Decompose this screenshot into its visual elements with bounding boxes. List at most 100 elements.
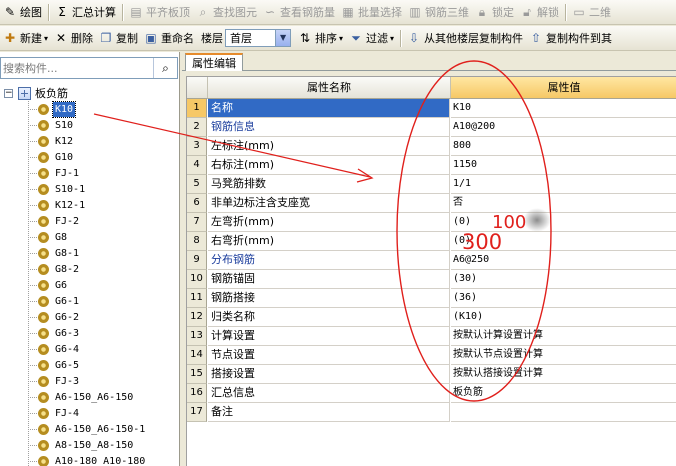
row-number[interactable]: 16 xyxy=(187,384,207,403)
table-row[interactable]: 16 汇总信息 板负筋 xyxy=(187,384,676,403)
table-row[interactable]: 17 备注 xyxy=(187,403,676,422)
property-name-cell[interactable]: 左弯折(mm) xyxy=(208,213,450,232)
property-name-cell[interactable]: 马凳筋排数 xyxy=(208,175,450,194)
floor-select[interactable]: 首层 ▼ xyxy=(225,29,292,47)
property-value-cell[interactable]: K10 xyxy=(451,99,676,118)
draw-button[interactable]: ✎ 绘图 xyxy=(0,2,45,22)
property-name-cell[interactable]: 右弯折(mm) xyxy=(208,232,450,251)
row-number[interactable]: 10 xyxy=(187,270,207,289)
property-name-cell[interactable]: 备注 xyxy=(208,403,450,422)
tree-item[interactable]: S10-1 xyxy=(28,181,87,197)
tree-item[interactable]: G6-2 xyxy=(28,309,81,325)
filter-button[interactable]: ⏷ 过滤 ▾ xyxy=(346,28,397,48)
table-row[interactable]: 6 非单边标注含支座宽否 xyxy=(187,194,676,213)
property-name-cell[interactable]: 汇总信息 xyxy=(208,384,450,403)
tree-item[interactable]: K12 xyxy=(28,133,75,149)
tab-property-edit[interactable]: 属性编辑 xyxy=(185,53,243,71)
batch-select-button[interactable]: ▦ 批量选择 xyxy=(338,2,405,22)
chevron-down-icon[interactable]: ▼ xyxy=(275,30,291,46)
row-number[interactable]: 7 xyxy=(187,213,207,232)
new-button[interactable]: ✚ 新建 ▾ xyxy=(0,28,51,48)
search-input[interactable] xyxy=(1,58,151,78)
rebar-3d-button[interactable]: ▥ 钢筋三维 xyxy=(405,2,472,22)
property-value-cell[interactable] xyxy=(451,403,676,422)
tree-item[interactable]: G6-3 xyxy=(28,325,81,341)
property-name-cell[interactable]: 计算设置 xyxy=(208,327,450,346)
tree-item[interactable]: G6-1 xyxy=(28,293,81,309)
property-name-cell[interactable]: 左标注(mm) xyxy=(208,137,450,156)
property-name-cell[interactable]: 钢筋信息 xyxy=(208,118,450,137)
row-number[interactable]: 1 xyxy=(187,99,207,118)
property-value-cell[interactable]: 按默认计算设置计算 xyxy=(451,327,676,346)
row-number[interactable]: 5 xyxy=(187,175,207,194)
table-row[interactable]: 4 右标注(mm) 1150 xyxy=(187,156,676,175)
tree-item[interactable]: G6-4 xyxy=(28,341,81,357)
property-value-cell[interactable]: 1/1 xyxy=(451,175,676,194)
row-number[interactable]: 4 xyxy=(187,156,207,175)
tree-item[interactable]: FJ-2 xyxy=(28,213,81,229)
property-value-cell[interactable]: A6@250 xyxy=(451,251,676,270)
property-value-cell[interactable]: 800 xyxy=(451,137,676,156)
table-row[interactable]: 3 左标注(mm) 800 xyxy=(187,137,676,156)
row-number[interactable]: 11 xyxy=(187,289,207,308)
property-value-cell[interactable]: (30) xyxy=(451,270,676,289)
table-row[interactable]: 2 钢筋信息 A10@200 xyxy=(187,118,676,137)
copy-button[interactable]: ❐ 复制 xyxy=(96,28,141,48)
tree-item[interactable]: G8-1 xyxy=(28,245,81,261)
row-number[interactable]: 2 xyxy=(187,118,207,137)
tree-item[interactable]: S10 xyxy=(28,117,75,133)
copy-to-floor-button[interactable]: ⇧ 复制构件到其 xyxy=(526,28,615,48)
tree-item[interactable]: G8 xyxy=(28,229,69,245)
property-value-cell[interactable]: 按默认节点设置计算 xyxy=(451,346,676,365)
property-name-cell[interactable]: 非单边标注含支座宽 xyxy=(208,194,450,213)
property-value-cell[interactable]: (K10) xyxy=(451,308,676,327)
row-number[interactable]: 6 xyxy=(187,194,207,213)
property-name-cell[interactable]: 搭接设置 xyxy=(208,365,450,384)
row-number[interactable]: 3 xyxy=(187,137,207,156)
row-number[interactable]: 13 xyxy=(187,327,207,346)
property-name-cell[interactable]: 钢筋锚固 xyxy=(208,270,450,289)
property-name-cell[interactable]: 名称 xyxy=(208,99,450,118)
tree-item[interactable]: A8-150_A8-150 xyxy=(28,437,135,453)
copy-from-floor-button[interactable]: ⇩ 从其他楼层复制构件 xyxy=(404,28,526,48)
table-row[interactable]: 15 搭接设置 按默认搭接设置计算 xyxy=(187,365,676,384)
tree-item[interactable]: FJ-4 xyxy=(28,405,81,421)
property-value-cell[interactable]: 否 xyxy=(451,194,676,213)
table-row[interactable]: 10 钢筋锚固 (30) xyxy=(187,270,676,289)
tree-item[interactable]: FJ-3 xyxy=(28,373,81,389)
align-slab-top-button[interactable]: ▤ 平齐板顶 xyxy=(126,2,193,22)
property-value-cell[interactable]: (0) xyxy=(451,232,676,251)
row-number[interactable]: 8 xyxy=(187,232,207,251)
property-value-cell[interactable]: 板负筋 xyxy=(451,384,676,403)
tree-item[interactable]: G10 xyxy=(28,149,75,165)
table-row[interactable]: 11 钢筋搭接 (36) xyxy=(187,289,676,308)
table-row[interactable]: 1 名称 K10 xyxy=(187,99,676,118)
property-value-cell[interactable]: A10@200 xyxy=(451,118,676,137)
table-row[interactable]: 12 归类名称 (K10) xyxy=(187,308,676,327)
table-row[interactable]: 13 计算设置 按默认计算设置计算 xyxy=(187,327,676,346)
tree-item[interactable]: G6-5 xyxy=(28,357,81,373)
table-row[interactable]: 7 左弯折(mm) (0) xyxy=(187,213,676,232)
view-2d-button[interactable]: ▭ 二维 xyxy=(569,2,614,22)
property-name-cell[interactable]: 右标注(mm) xyxy=(208,156,450,175)
property-value-cell[interactable]: (0) xyxy=(451,213,676,232)
tree-item[interactable]: G6 xyxy=(28,277,69,293)
find-element-button[interactable]: ⌕ 查找图元 xyxy=(193,2,260,22)
tree-item[interactable]: K12-1 xyxy=(28,197,87,213)
row-number[interactable]: 12 xyxy=(187,308,207,327)
lock-button[interactable]: 🔒︎ 锁定 xyxy=(472,2,517,22)
tree-item[interactable]: A10-180_A10-180 xyxy=(28,453,147,466)
collapse-icon[interactable]: − xyxy=(4,88,13,98)
property-name-cell[interactable]: 节点设置 xyxy=(208,346,450,365)
property-name-cell[interactable]: 归类名称 xyxy=(208,308,450,327)
row-number[interactable]: 9 xyxy=(187,251,207,270)
tree-item[interactable]: A6-150_A6-150 xyxy=(28,389,135,405)
view-rebar-button[interactable]: ∽ 查看钢筋量 xyxy=(260,2,338,22)
row-number[interactable]: 15 xyxy=(187,365,207,384)
property-value-cell[interactable]: (36) xyxy=(451,289,676,308)
delete-button[interactable]: ✕ 删除 xyxy=(51,28,96,48)
unlock-button[interactable]: 🔓︎ 解锁 xyxy=(517,2,562,22)
row-number[interactable]: 14 xyxy=(187,346,207,365)
rename-button[interactable]: ▣ 重命名 xyxy=(141,28,197,48)
table-row[interactable]: 8 右弯折(mm) (0) xyxy=(187,232,676,251)
